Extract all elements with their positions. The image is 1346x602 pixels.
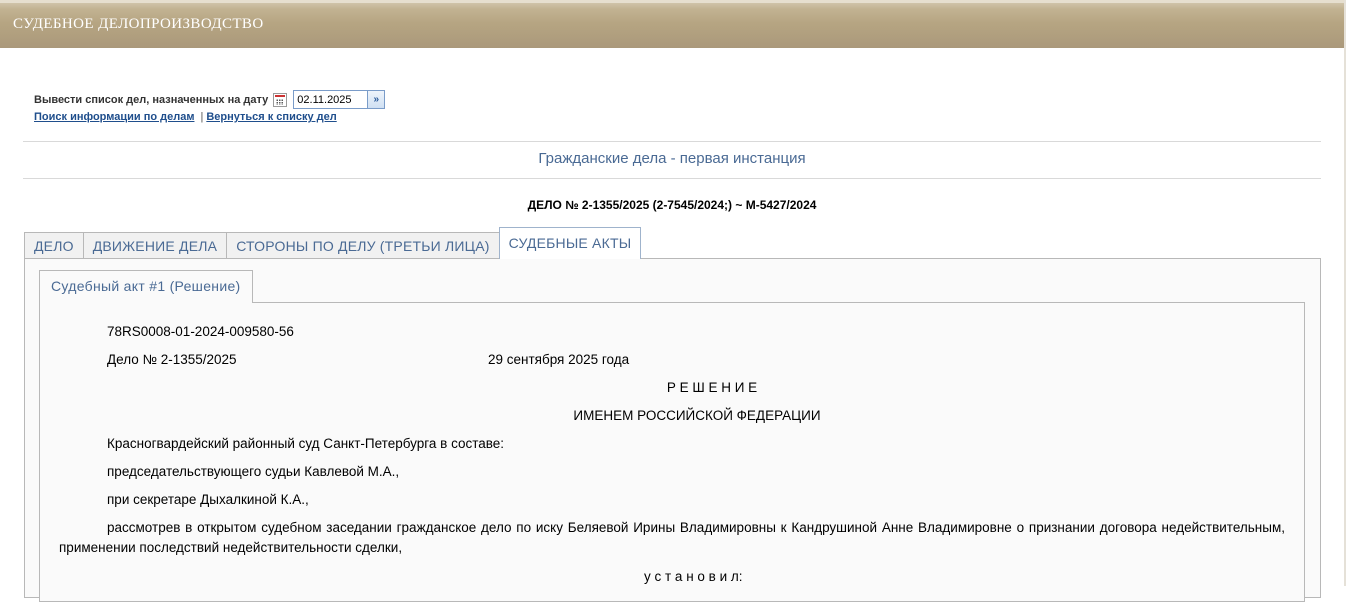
subtab-court-act-1[interactable]: Судебный акт #1 (Решение) <box>39 270 253 303</box>
date-filter-label: Вывести список дел, назначенных на дату <box>34 93 269 106</box>
court-composition: Красногвардейский районный суд Санкт-Пет… <box>107 436 505 451</box>
app-header: СУДЕБНОЕ ДЕЛОПРОИЗВОДСТВО <box>0 0 1346 48</box>
divider-top <box>23 141 1321 142</box>
tab-case-movement[interactable]: ДВИЖЕНИЕ ДЕЛА <box>82 232 228 258</box>
app-title: СУДЕБНОЕ ДЕЛОПРОИЗВОДСТВО <box>13 16 264 32</box>
decision-heading: Р Е Ш Е Н И Е <box>666 380 758 395</box>
presiding-judge: председательствующего судьи Кавлевой М.А… <box>107 464 400 479</box>
date-filter: Вывести список дел, назначенных на дату … <box>34 90 386 109</box>
nav-links: Поиск информации по делам | Вернуться к сп… <box>34 111 337 123</box>
calendar-icon[interactable] <box>273 92 288 107</box>
decision-date: 29 сентября 2025 года <box>488 352 630 367</box>
case-ref: Дело № 2-1355/2025 <box>107 352 237 367</box>
tab-case[interactable]: ДЕЛО <box>24 232 84 258</box>
case-number: ДЕЛО № 2-1355/2025 (2-7545/2024;) ~ М-54… <box>527 198 817 212</box>
back-to-list-link[interactable]: Вернуться к списку дел <box>206 111 336 123</box>
show-cases-button[interactable]: » <box>367 90 386 109</box>
case-description: рассмотрев в открытом судебном заседании… <box>59 520 1285 555</box>
search-cases-link[interactable]: Поиск информации по делам <box>34 111 194 123</box>
tab-parties[interactable]: СТОРОНЫ ПО ДЕЛУ (ТРЕТЬИ ЛИЦА) <box>226 232 500 258</box>
decision-subheading: ИМЕНЕМ РОССИЙСКОЙ ФЕДЕРАЦИИ <box>573 408 821 423</box>
date-input[interactable] <box>293 90 368 109</box>
case-uid: 78RS0008-01-2024-009580-56 <box>107 324 294 339</box>
link-separator: | <box>200 111 204 123</box>
section-title: Гражданские дела - первая инстанция <box>538 150 806 167</box>
established-heading: у с т а н о в и л: <box>644 569 743 584</box>
case-tabs: ДЕЛО ДВИЖЕНИЕ ДЕЛА СТОРОНЫ ПО ДЕЛУ (ТРЕТ… <box>24 227 642 259</box>
court-secretary: при секретаре Дыхалкиной К.А., <box>107 492 309 507</box>
divider-bottom <box>23 178 1321 179</box>
tab-court-acts[interactable]: СУДЕБНЫЕ АКТЫ <box>498 227 642 259</box>
